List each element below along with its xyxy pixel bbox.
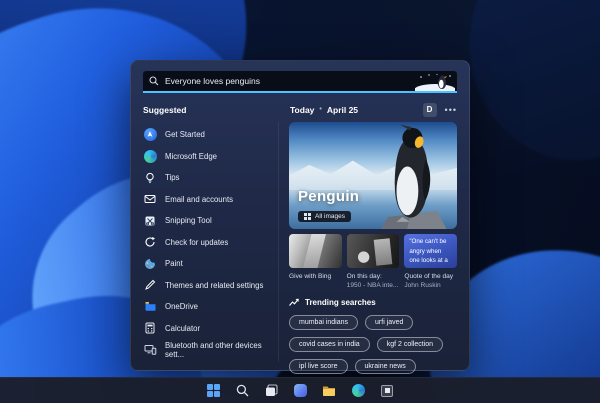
panel-columns: Get Started Microsoft Edge Tips Email an… (143, 122, 458, 375)
suggested-item-tips[interactable]: Tips (143, 167, 278, 189)
penguin-photo-graphic (381, 124, 448, 229)
card-caption: Give with Bing (289, 273, 332, 280)
search-input[interactable] (165, 76, 451, 86)
snipping-tool-icon (143, 214, 157, 228)
trending-header: Trending searches (289, 298, 457, 307)
taskbar (0, 377, 600, 403)
suggested-item-label: Check for updates (165, 237, 229, 247)
trending-pill[interactable]: ipl live score (289, 359, 348, 375)
task-view-button[interactable] (264, 383, 279, 398)
suggested-item-email-accounts[interactable]: Email and accounts (143, 189, 278, 211)
search-icon (236, 384, 248, 397)
search-icon (149, 76, 159, 86)
on-this-day-card[interactable]: On this day: 1950 - NBA inte... (346, 234, 400, 290)
app-button[interactable] (380, 383, 395, 398)
give-with-bing-image (289, 234, 342, 268)
file-explorer-icon (323, 386, 335, 396)
suggested-item-label: OneDrive (165, 302, 198, 312)
all-images-badge[interactable]: All images (298, 211, 351, 222)
search-box[interactable] (143, 71, 457, 93)
news-card-row: Give with Bing On this day: 1950 - NBA i… (289, 234, 458, 290)
hero-title: Penguin (298, 188, 360, 205)
suggested-item-label: Email and accounts (165, 194, 234, 204)
edge-button[interactable] (351, 383, 366, 398)
suggested-item-get-started[interactable]: Get Started (143, 124, 278, 146)
suggested-item-paint[interactable]: Paint (143, 253, 278, 275)
onedrive-icon (143, 300, 157, 314)
trending-pill[interactable]: mumbai indians (289, 315, 359, 331)
card-caption-line2: 1950 - NBA inte... (346, 282, 399, 290)
card-caption-line2: John Ruskin (404, 282, 441, 290)
windows-logo-icon (206, 384, 220, 397)
date-separator: • (319, 106, 322, 113)
profile-badge[interactable]: D (422, 102, 437, 117)
card-caption-line1: On this day: (346, 273, 382, 280)
on-this-day-image (346, 234, 400, 268)
wallpaper-petal (450, 0, 600, 178)
hero-image-card[interactable]: Penguin All images (289, 122, 457, 229)
themes-icon (143, 278, 157, 292)
panel-header: Suggested Today • April 25 D ••• (143, 102, 457, 117)
widgets-button[interactable] (293, 383, 308, 398)
suggested-list: Get Started Microsoft Edge Tips Email an… (143, 122, 278, 362)
suggested-item-label: Bluetooth and other devices sett... (165, 340, 262, 359)
suggested-item-microsoft-edge[interactable]: Microsoft Edge (143, 146, 278, 168)
suggested-item-label: Microsoft Edge (165, 151, 218, 161)
widgets-icon (293, 384, 307, 397)
trending-arrow-icon (289, 299, 299, 307)
card-caption: On this day: 1950 - NBA inte... (347, 272, 400, 290)
suggested-item-label: Calculator (165, 323, 201, 333)
more-options-button[interactable]: ••• (445, 105, 457, 114)
paint-icon (143, 257, 157, 271)
suggested-item-label: Themes and related settings (165, 280, 264, 290)
trending-pills: mumbai indians urfi javed covid cases in… (289, 315, 457, 375)
suggested-item-bluetooth-devices[interactable]: Bluetooth and other devices sett... (143, 339, 278, 361)
tips-icon (143, 171, 157, 185)
trending-section: Trending searches mumbai indians urfi ja… (289, 298, 457, 375)
suggested-item-themes[interactable]: Themes and related settings (143, 275, 278, 297)
file-explorer-button[interactable] (322, 383, 337, 398)
email-icon (143, 192, 157, 206)
suggested-item-onedrive[interactable]: OneDrive (143, 296, 278, 318)
edge-icon (351, 384, 365, 397)
quote-text: "One can't be angry when one looks at a … (404, 234, 458, 268)
get-started-icon (143, 128, 157, 142)
today-content: Penguin All images Give with Bing On thi… (278, 122, 458, 375)
quote-of-the-day-card[interactable]: "One can't be angry when one looks at a … (404, 234, 458, 290)
suggested-item-label: Tips (165, 173, 180, 183)
trending-title: Trending searches (305, 298, 376, 308)
all-images-label: All images (315, 213, 345, 220)
search-panel: Suggested Today • April 25 D ••• Get Sta… (130, 60, 470, 375)
bluetooth-devices-icon (143, 343, 157, 357)
task-view-icon (265, 384, 278, 396)
penguin-illustration-icon (415, 73, 455, 91)
suggested-item-snipping-tool[interactable]: Snipping Tool (143, 210, 278, 232)
suggested-item-check-updates[interactable]: Check for updates (143, 232, 278, 254)
edge-icon (143, 149, 157, 163)
suggested-item-label: Get Started (165, 130, 205, 140)
trending-pill[interactable]: kgf 2 collection (376, 337, 444, 353)
today-heading: Today • April 25 (278, 105, 423, 115)
app-icon (381, 384, 393, 397)
trending-pill[interactable]: covid cases in india (289, 337, 370, 353)
date-label: April 25 (326, 104, 359, 115)
start-button[interactable] (206, 383, 221, 398)
suggested-item-label: Paint (165, 259, 183, 269)
trending-pill[interactable]: urfi javed (365, 315, 414, 331)
calculator-icon (143, 321, 157, 335)
today-label: Today (290, 104, 315, 115)
suggested-item-calculator[interactable]: Calculator (143, 318, 278, 340)
suggested-heading: Suggested (143, 104, 187, 115)
taskbar-search-button[interactable] (235, 383, 250, 398)
images-grid-icon (304, 213, 311, 220)
card-caption-line1: Quote of the day (404, 273, 454, 280)
give-with-bing-card[interactable]: Give with Bing (289, 234, 342, 290)
trending-pill[interactable]: ukraine news (354, 359, 416, 375)
suggested-item-label: Snipping Tool (165, 216, 212, 226)
card-caption: Quote of the day John Ruskin (404, 272, 457, 290)
check-updates-icon (143, 235, 157, 249)
